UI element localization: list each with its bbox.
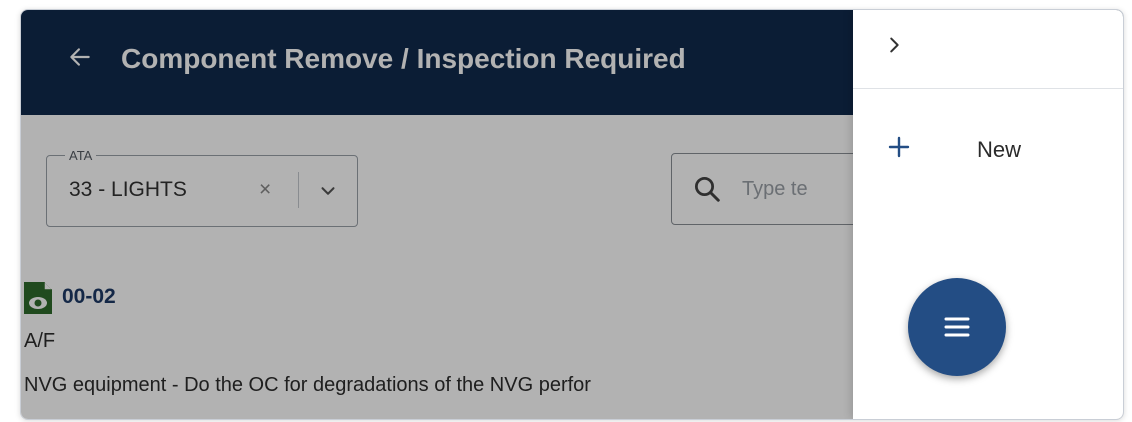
drawer-header (853, 10, 1123, 89)
side-drawer: New (853, 10, 1123, 419)
chevron-right-icon[interactable] (883, 34, 905, 56)
app-window: Component Remove / Inspection Required A… (20, 9, 1124, 420)
plus-icon (888, 136, 910, 158)
menu-item-new[interactable]: New (853, 115, 1123, 175)
menu-fab-button[interactable] (908, 278, 1006, 376)
menu-item-label: New (977, 137, 1022, 162)
menu-icon (944, 317, 970, 337)
